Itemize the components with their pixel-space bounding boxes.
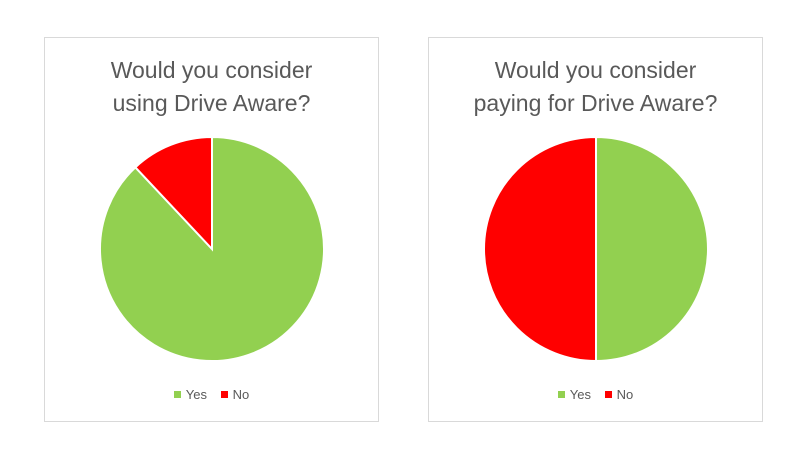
chart-title-line-2: paying for Drive Aware? <box>473 90 718 116</box>
chart-title-line-2: using Drive Aware? <box>112 90 311 116</box>
legend-label-no: No <box>232 387 250 402</box>
legend-item-no: No <box>220 387 250 402</box>
pie-slice-no <box>483 135 597 363</box>
chart-title: Would you consider using Drive Aware? <box>45 54 378 120</box>
chart-panel-paying: Would you consider paying for Drive Awar… <box>428 37 763 422</box>
legend-item-yes: Yes <box>173 387 207 402</box>
chart-legend: Yes No <box>45 387 378 402</box>
chart-title: Would you consider paying for Drive Awar… <box>429 54 762 120</box>
legend-item-yes: Yes <box>557 387 591 402</box>
legend-swatch-yes <box>557 391 565 398</box>
legend-label-no: No <box>616 387 634 402</box>
legend-swatch-no <box>220 391 228 398</box>
pie-chart-paying <box>483 135 709 363</box>
legend-swatch-yes <box>173 391 181 398</box>
chart-title-line-1: Would you consider <box>494 57 697 83</box>
legend-label-yes: Yes <box>569 387 591 402</box>
chart-legend: Yes No <box>429 387 762 402</box>
chart-title-line-1: Would you consider <box>110 57 313 83</box>
chart-panel-using: Would you consider using Drive Aware? Ye… <box>44 37 379 422</box>
legend-swatch-no <box>604 391 612 398</box>
legend-label-yes: Yes <box>185 387 207 402</box>
pie-chart-using <box>99 135 325 362</box>
pie-slice-yes <box>595 135 709 363</box>
legend-item-no: No <box>604 387 634 402</box>
